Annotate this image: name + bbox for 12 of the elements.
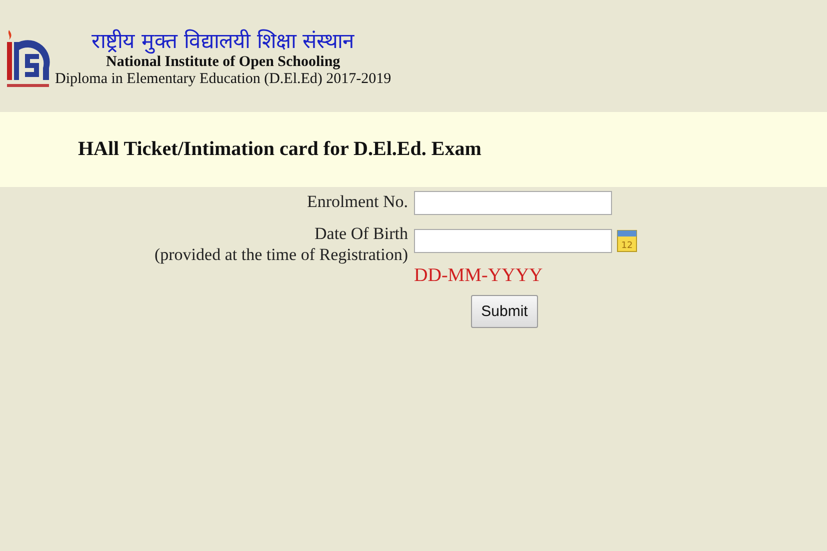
- logo-icon: [5, 28, 51, 90]
- enrolment-field[interactable]: [414, 191, 612, 215]
- program-name: Diploma in Elementary Education (D.El.Ed) 2017-2019: [55, 71, 392, 88]
- field-label: Enrolment No.: [306, 191, 408, 213]
- field-sublabel: (provided at the time of Registration): [153, 244, 408, 265]
- date-format-hint: DD-MM-YYYY: [414, 265, 544, 287]
- hindi-title: राष्ट्रीय मुक्त विद्यालयी शिक्षा संस्थान: [92, 28, 354, 54]
- page-title: HAll Ticket/Intimation card for D.El.Ed. Exam: [78, 138, 482, 161]
- date-field[interactable]: [414, 229, 612, 253]
- institute-name: National Institute of Open Schooling: [106, 54, 340, 71]
- submit-button[interactable]: Submit: [471, 295, 538, 328]
- field-label: Date Of Birth: [314, 223, 408, 244]
